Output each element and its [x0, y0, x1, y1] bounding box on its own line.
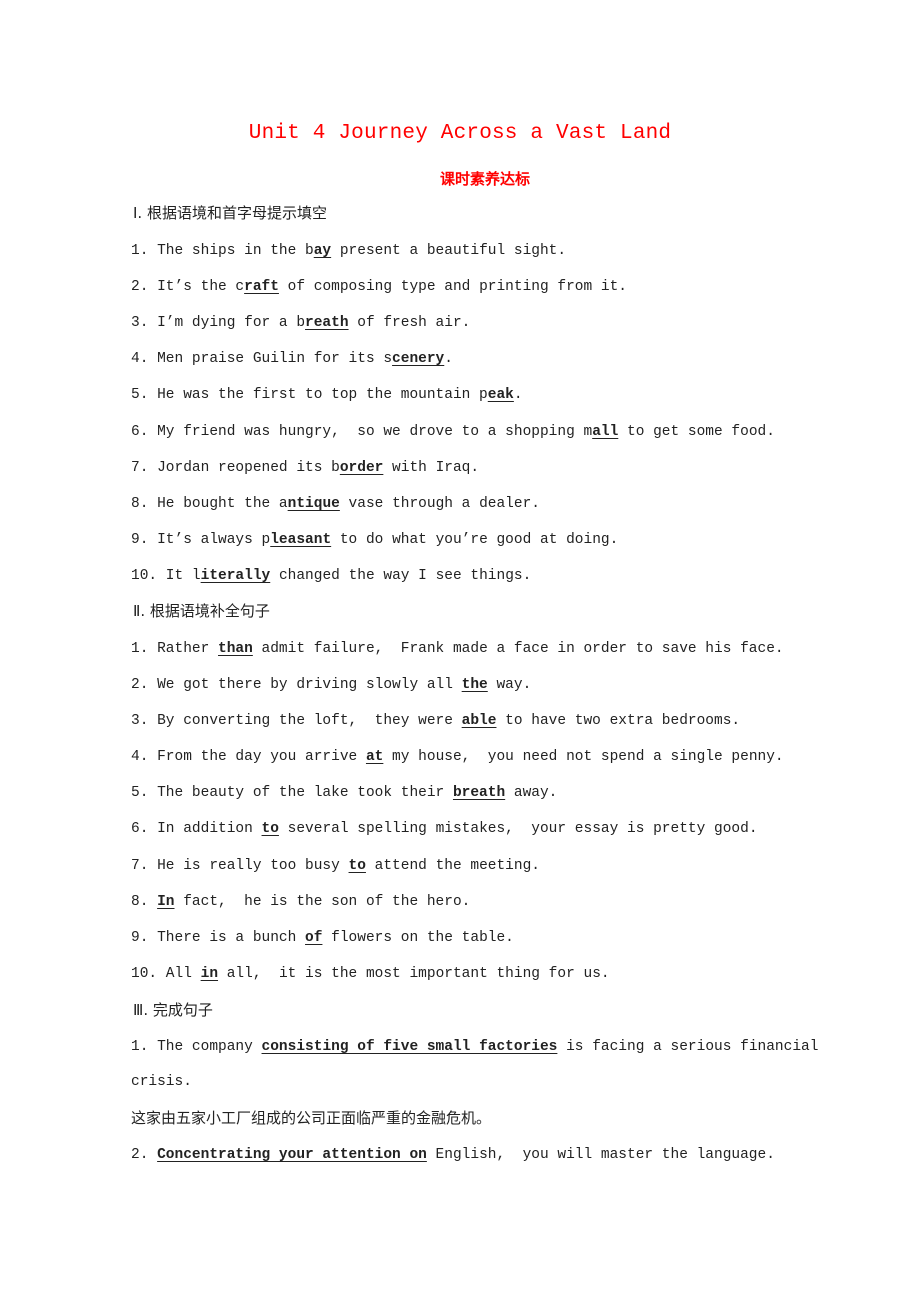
item-text: 9. There is a bunch	[131, 930, 306, 946]
answer-text: In	[157, 894, 175, 910]
exercise-item: 7. Jordan reopened its border with Iraq.	[131, 458, 479, 478]
item-text: 3. I’m dying for a b	[131, 315, 306, 331]
item-text: with Iraq.	[383, 460, 480, 476]
exercise-item: 4. Men praise Guilin for its scenery.	[131, 349, 453, 369]
answer-text: in	[200, 966, 219, 982]
exercise-item: 5. He was the first to top the mountain …	[131, 385, 523, 405]
exercise-item: 9. There is a bunch of flowers on the ta…	[131, 928, 514, 948]
answer-text: to	[261, 821, 279, 837]
exercise-item: 9. It’s always pleasant to do what you’r…	[131, 530, 618, 550]
item-text: English, you will master the language.	[426, 1147, 775, 1163]
item-text: 4. From the day you arrive	[131, 749, 366, 765]
item-text: 2. It’s the c	[131, 279, 245, 295]
item-text: to have two extra bedrooms.	[496, 713, 741, 729]
answer-text: iterally	[200, 568, 271, 584]
item-text: of composing type and printing from it.	[278, 279, 627, 295]
item-text: vase through a dealer.	[339, 496, 540, 512]
answer-text: eak	[487, 387, 514, 403]
item-text: .	[513, 387, 523, 403]
item-text: to do what you’re good at doing.	[331, 532, 619, 548]
item-text: admit failure, Frank made a face in orde…	[252, 641, 784, 657]
answer-text: than	[218, 641, 253, 657]
answer-text: ay	[313, 243, 332, 259]
exercise-item: 8. He bought the antique vase through a …	[131, 494, 540, 514]
item-text: .	[444, 351, 453, 367]
section-heading: Ⅲ. 完成句子	[133, 1001, 213, 1019]
answer-text: reath	[305, 315, 349, 331]
answer-text: the	[461, 677, 488, 693]
exercise-item: 4. From the day you arrive at my house, …	[131, 747, 784, 767]
section-heading: Ⅱ. 根据语境补全句子	[133, 602, 270, 620]
item-text: 7. He is really too busy	[131, 858, 349, 874]
item-text: 2.	[131, 1147, 158, 1163]
exercise-item: 8. In fact, he is the son of the hero.	[131, 892, 470, 912]
answer-text: order	[339, 460, 384, 476]
item-text: 7. Jordan reopened its b	[131, 460, 340, 476]
item-text: changed the way I see things.	[270, 568, 532, 584]
item-text: flowers on the table.	[322, 930, 514, 946]
item-text: 10. All	[131, 966, 201, 982]
item-text: to get some food.	[618, 424, 775, 440]
item-text: 1. The ships in the b	[131, 243, 314, 259]
answer-text: ntique	[287, 496, 340, 512]
exercise-item: 10. It literally changed the way I see t…	[131, 566, 531, 586]
item-text: 8.	[131, 894, 158, 910]
item-text: 9. It’s always p	[131, 532, 271, 548]
exercise-item: 1. The ships in the bay present a beauti…	[131, 241, 566, 261]
item-text: attend the meeting.	[365, 858, 540, 874]
item-text: 3. By converting the loft, they were	[131, 713, 462, 729]
section-heading: Ⅰ. 根据语境和首字母提示填空	[133, 204, 327, 222]
translation-text: 这家由五家小工厂组成的公司正面临严重的金融危机。	[131, 1109, 492, 1127]
exercise-item: 6. My friend was hungry, so we drove to …	[131, 422, 775, 442]
item-text: of fresh air.	[348, 315, 471, 331]
exercise-item: 7. He is really too busy to attend the m…	[131, 856, 540, 876]
answer-text: to	[348, 858, 366, 874]
item-text: crisis.	[131, 1074, 192, 1090]
exercise-item: 1. The company consisting of five small …	[131, 1037, 818, 1057]
item-text: 8. He bought the a	[131, 496, 288, 512]
item-text: 1. Rather	[131, 641, 219, 657]
item-text: 5. He was the first to top the mountain …	[131, 387, 488, 403]
item-text: present a beautiful sight.	[331, 243, 567, 259]
answer-text: raft	[244, 279, 279, 295]
answer-text: at	[365, 749, 384, 765]
item-text: fact, he is the son of the hero.	[174, 894, 471, 910]
document-title: Unit 4 Journey Across a Vast Land	[248, 122, 672, 145]
answer-text: of	[305, 930, 323, 946]
item-text: 6. In addition	[131, 821, 262, 837]
exercise-item: 2. It’s the craft of composing type and …	[131, 277, 627, 297]
item-text: 10. It l	[131, 568, 201, 584]
exercise-item: 10. All in all, it is the most important…	[131, 964, 610, 984]
item-text: 6. My friend was hungry, so we drove to …	[131, 424, 593, 440]
answer-text: consisting of five small factories	[261, 1039, 558, 1055]
exercise-item: 2. Concentrating your attention on Engli…	[131, 1145, 775, 1165]
item-text: 1. The company	[131, 1039, 262, 1055]
item-text: all, it is the most important thing for …	[218, 966, 610, 982]
answer-text: breath	[452, 785, 506, 801]
answer-text: able	[461, 713, 497, 729]
item-text: is facing a serious financial	[557, 1039, 819, 1055]
exercise-item: 6. In addition to several spelling mista…	[131, 819, 758, 839]
exercise-item: 2. We got there by driving slowly all th…	[131, 675, 531, 695]
item-text: 2. We got there by driving slowly all	[131, 677, 462, 693]
item-text: several spelling mistakes, your essay is…	[278, 821, 758, 837]
item-text: away.	[505, 785, 558, 801]
answer-text: Concentrating your attention on	[157, 1147, 427, 1163]
exercise-item: crisis.	[131, 1072, 192, 1092]
item-text: way.	[487, 677, 532, 693]
exercise-item: 3. By converting the loft, they were abl…	[131, 711, 740, 731]
exercise-item: 1. Rather than admit failure, Frank made…	[131, 639, 784, 659]
answer-text: leasant	[270, 532, 332, 548]
exercise-item: 3. I’m dying for a breath of fresh air.	[131, 313, 470, 333]
item-text: 5. The beauty of the lake took their	[131, 785, 453, 801]
item-text: 4. Men praise Guilin for its s	[131, 351, 393, 367]
document-subtitle: 课时素养达标	[439, 170, 530, 188]
exercise-item: 5. The beauty of the lake took their bre…	[131, 783, 557, 803]
answer-text: all	[592, 424, 619, 440]
answer-text: cenery	[392, 351, 445, 367]
item-text: my house, you need not spend a single pe…	[383, 749, 784, 765]
